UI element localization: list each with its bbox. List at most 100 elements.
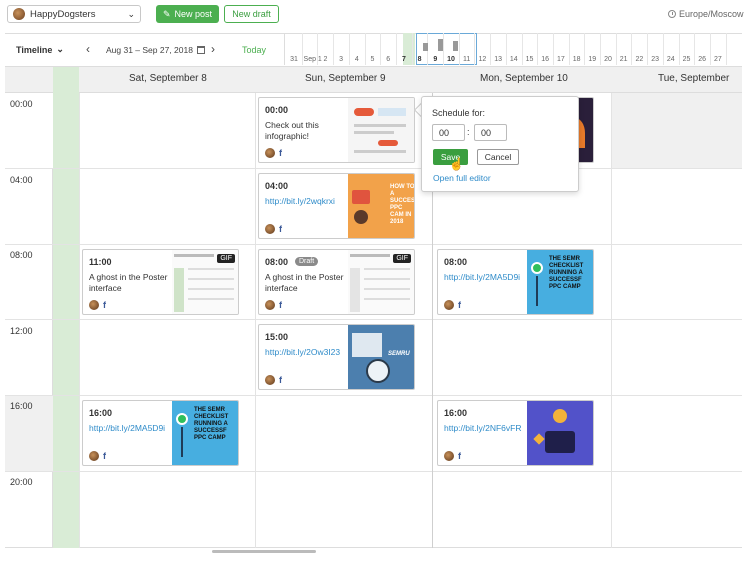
post-link[interactable]: http://bit.ly/2NF6vFR [444,423,524,434]
time-slot-label: 00:00 [10,99,33,109]
post-card[interactable]: 00:00 Check out this infographic! f [258,97,415,163]
minutes-input[interactable]: 00 [474,124,507,141]
mini-timeline-day[interactable]: 21 [617,33,631,65]
mini-timeline-day[interactable]: 23 [648,33,662,65]
mini-timeline-day[interactable]: 12 [475,33,489,65]
avatar [89,300,99,310]
view-select[interactable]: Timeline ⌄ [16,44,64,55]
day-header: Mon, September 10 [480,73,568,84]
post-text: A ghost in the Poster interface [265,272,344,293]
mini-timeline-post-bar [453,41,458,51]
mini-timeline-day[interactable]: 17 [554,33,568,65]
post-link[interactable]: http://bit.ly/2wqkrxi [265,196,345,207]
post-card[interactable]: 08:00 Draft A ghost in the Poster interf… [258,249,415,315]
mini-timeline-day[interactable]: 14 [507,33,521,65]
time-slot-label: 04:00 [10,175,33,185]
mini-timeline-day[interactable]: 13 [491,33,505,65]
date-range-label: Aug 31 – Sep 27, 2018 [106,45,193,55]
mini-timeline-divider [725,33,727,65]
pencil-icon: ✎ [162,8,171,19]
post-link[interactable]: http://bit.ly/2MA5D9i [444,272,524,283]
post-time: 11:00 [89,257,112,267]
mini-timeline-post-bar [423,43,428,51]
hours-input[interactable]: 00 [432,124,465,141]
new-post-button[interactable]: ✎ New post [156,5,219,23]
post-time: 04:00 [265,181,289,191]
facebook-icon: f [279,375,282,385]
mini-timeline-day[interactable]: 31 [287,33,301,65]
past-slot-shade [611,93,742,168]
today-button[interactable]: Today [242,45,266,55]
post-link[interactable]: http://bit.ly/2MA5D9i [89,423,169,434]
mini-timeline-day[interactable]: 20 [601,33,615,65]
project-select[interactable]: HappyDogsters ⌄ [7,5,141,23]
post-thumbnail: THE SEMR CHECKLIST RUNNING A SUCCESSF PP… [172,401,238,465]
gif-badge: GIF [217,254,235,263]
mini-timeline-day[interactable]: 22 [632,33,646,65]
mini-timeline-day[interactable]: 4 [350,33,364,65]
post-card[interactable]: 15:00 http://bit.ly/2Ow3I23 f SEMRU [258,324,415,390]
new-post-label: New post [174,9,213,19]
mini-timeline-day[interactable]: 2 [318,33,332,65]
post-card[interactable]: 16:00 http://bit.ly/2MA5D9i f THE SEMR C… [82,400,239,466]
facebook-icon: f [103,300,106,310]
mini-timeline-day[interactable]: 6 [381,33,395,65]
thumbnail-text: SEMRU [388,351,410,357]
post-time: 16:00 [89,408,113,418]
post-time: 08:00 [265,257,289,267]
post-card[interactable]: 11:00 A ghost in the Poster interface f … [82,249,239,315]
post-thumbnail: THE SEMR CHECKLIST RUNNING A SUCCESSF PP… [527,250,593,314]
mini-timeline-day[interactable]: 5 [366,33,380,65]
mini-timeline-day[interactable]: 3 [334,33,348,65]
post-thumbnail: GIF [172,250,238,314]
date-range-picker[interactable]: Aug 31 – Sep 27, 2018 [106,45,205,55]
post-thumbnail [527,401,593,465]
mini-timeline-post-bar [438,39,443,51]
day-header: Tue, September [658,73,730,84]
post-card[interactable]: 04:00 http://bit.ly/2wqkrxi f HOW TO A S… [258,173,415,239]
view-label: Timeline [16,44,53,55]
mini-timeline-day[interactable]: 19 [585,33,599,65]
chevron-down-icon: ⌄ [56,44,64,54]
mini-timeline-day[interactable]: 26 [695,33,709,65]
mini-timeline-day[interactable]: 15 [523,33,537,65]
thumbnail-text: HOW TO A SUCCESS PPC CAM IN 2018 [390,184,414,225]
today-column [53,93,79,548]
mini-timeline-day[interactable]: 11 [460,33,474,65]
post-time: 00:00 [265,105,289,115]
day-header: Sun, September 9 [305,73,386,84]
open-full-editor-link[interactable]: Open full editor [433,173,491,183]
day-header-row: Sat, September 8 Sun, September 9 Mon, S… [5,66,742,94]
mini-timeline[interactable]: 31 Sep 1 2 3 4 5 6 7 8 9 10 11 12 13 14 15 16 17 18 19 20 21 2… [284,33,742,65]
time-slot-label: 16:00 [10,401,33,411]
clock-icon [668,10,676,18]
timezone-link[interactable]: Europe/Moscow [668,9,744,19]
mini-timeline-day[interactable]: 18 [570,33,584,65]
next-range-button[interactable]: › [211,42,215,56]
post-card[interactable]: 16:00 http://bit.ly/2NF6vFR f [437,400,594,466]
post-text: Check out this infographic! [265,120,319,141]
post-card[interactable]: 08:00 http://bit.ly/2MA5D9i f THE SEMR C… [437,249,594,315]
mini-timeline-day[interactable]: 25 [680,33,694,65]
post-link[interactable]: http://bit.ly/2Ow3I23 [265,347,345,358]
mini-timeline-day[interactable]: 24 [664,33,678,65]
cancel-button[interactable]: Cancel [477,149,519,165]
mini-timeline-day[interactable]: 16 [538,33,552,65]
avatar [265,300,275,310]
thumbnail-text: THE SEMR CHECKLIST RUNNING A SUCCESSF PP… [549,256,584,290]
post-thumbnail: SEMRU [348,325,414,389]
chevron-down-icon: ⌄ [127,8,135,19]
post-thumbnail [348,98,414,162]
time-slot-label: 20:00 [10,477,33,487]
avatar [444,451,454,461]
horizontal-scrollbar[interactable] [212,550,316,553]
mini-timeline-day[interactable]: 7 [397,33,411,65]
facebook-icon: f [458,451,461,461]
mini-timeline-day[interactable]: 27 [711,33,725,65]
facebook-icon: f [458,300,461,310]
new-draft-button[interactable]: New draft [224,5,279,23]
hand-cursor-icon: ☝ [449,157,464,171]
previous-range-button[interactable]: ‹ [86,42,90,56]
schedule-popover: Schedule for: 00 : 00 Save Cancel Open f… [421,96,579,192]
post-thumbnail: HOW TO A SUCCESS PPC CAM IN 2018 [348,174,414,238]
